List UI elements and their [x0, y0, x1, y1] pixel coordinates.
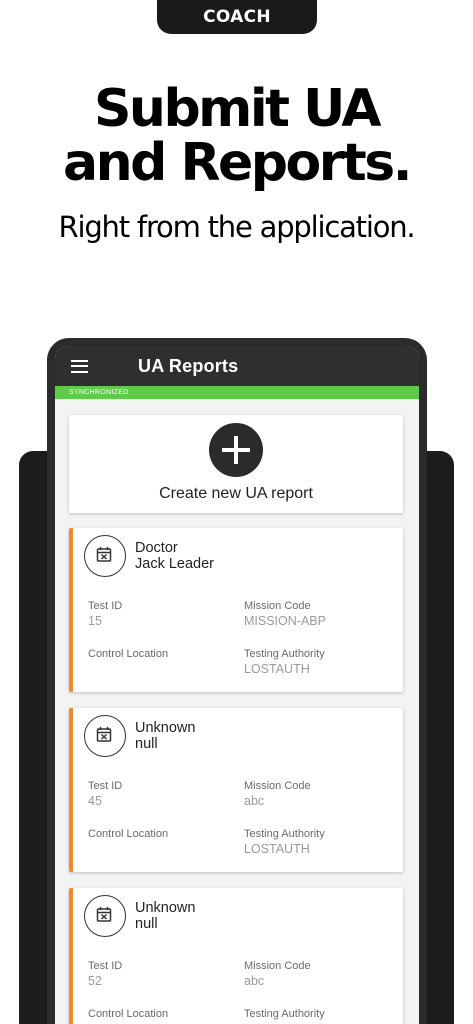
app-screen: UA Reports SYNCHRONIZED Create new UA re…	[55, 346, 419, 1024]
testing-authority-value: LOSTAUTH	[244, 662, 310, 676]
report-name-line-1: Unknown	[135, 720, 196, 736]
phone-frame: UA Reports SYNCHRONIZED Create new UA re…	[47, 338, 427, 1024]
hamburger-menu-icon[interactable]	[71, 359, 88, 373]
mission-code-label: Mission Code	[244, 960, 311, 972]
headline: Submit UA and Reports.	[0, 82, 473, 190]
headline-line-2: and Reports.	[63, 133, 412, 193]
test-id-value: 45	[88, 794, 102, 808]
report-name-line-1: Doctor	[135, 540, 178, 556]
test-id-label: Test ID	[88, 600, 123, 612]
calendar-cancel-icon	[84, 895, 126, 937]
mission-code-value: abc	[244, 974, 265, 988]
mission-code-value: abc	[244, 794, 265, 808]
calendar-cancel-icon	[84, 535, 126, 577]
report-name-line-1: Unknown	[135, 900, 196, 916]
testing-authority-label: Testing Authority	[244, 1008, 325, 1020]
subheadline: Right from the application.	[58, 210, 416, 244]
create-report-label: Create new UA report	[159, 485, 313, 502]
report-card[interactable]: Unknown null Test ID 45 Mission Code abc…	[69, 708, 403, 872]
app-title: UA Reports	[138, 355, 239, 376]
control-location-label: Control Location	[88, 828, 169, 840]
mission-code-label: Mission Code	[244, 600, 311, 612]
headline-line-1: Submit UA	[93, 79, 382, 139]
report-name-line-2: Jack Leader	[135, 556, 214, 572]
testing-authority-label: Testing Authority	[244, 648, 325, 660]
app-bar: UA Reports	[55, 346, 419, 386]
test-id-value: 52	[88, 974, 102, 988]
report-card[interactable]: Doctor Jack Leader Test ID 15 Mission Co…	[69, 528, 403, 692]
coach-badge: COACH	[157, 0, 317, 34]
report-card[interactable]: Unknown null Test ID 52 Mission Code abc…	[69, 888, 403, 1024]
sync-status-bar: SYNCHRONIZED	[55, 386, 419, 399]
test-id-label: Test ID	[88, 960, 123, 972]
report-name-line-2: null	[135, 736, 158, 752]
testing-authority-label: Testing Authority	[244, 828, 325, 840]
create-report-card[interactable]: Create new UA report	[69, 415, 403, 513]
report-name-line-2: null	[135, 916, 158, 932]
control-location-label: Control Location	[88, 648, 169, 660]
plus-icon[interactable]	[209, 423, 263, 477]
test-id-label: Test ID	[88, 780, 123, 792]
control-location-label: Control Location	[88, 1008, 169, 1020]
calendar-cancel-icon	[84, 715, 126, 757]
testing-authority-value: LOSTAUTH	[244, 842, 310, 856]
mission-code-label: Mission Code	[244, 780, 311, 792]
test-id-value: 15	[88, 614, 102, 628]
mission-code-value: MISSION-ABP	[244, 614, 326, 628]
